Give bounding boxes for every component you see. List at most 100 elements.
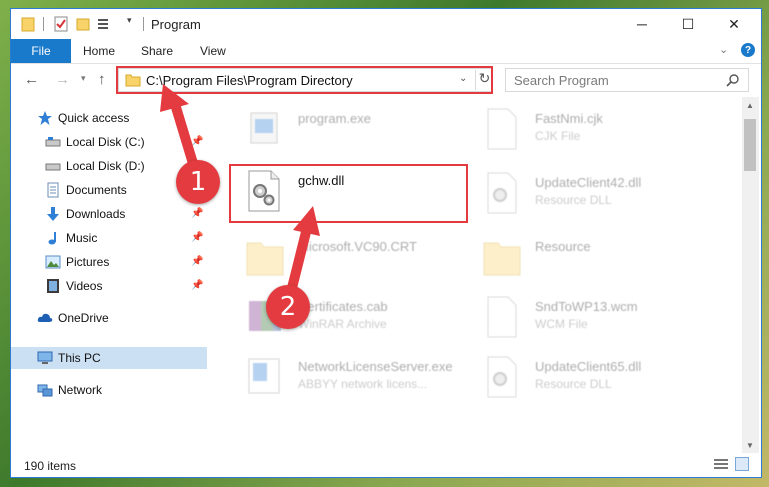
sidebar-item-local-disk-c[interactable]: Local Disk (C:) 📌 — [11, 131, 207, 153]
file-name: Certificates.cab — [298, 299, 388, 314]
search-input[interactable]: Search Program — [514, 73, 609, 88]
sidebar-item-label: Quick access — [58, 111, 130, 125]
file-name: Resource — [535, 239, 591, 254]
item-count: 190 items — [24, 459, 77, 473]
folder-icon[interactable] — [20, 16, 36, 32]
details-view-icon[interactable] — [714, 458, 728, 470]
sidebar-item-label: Documents — [66, 183, 127, 197]
sidebar-item-pictures[interactable]: Pictures 📌 — [11, 251, 207, 273]
pin-icon[interactable]: 📌 — [191, 208, 203, 219]
download-icon — [47, 207, 59, 221]
forward-arrow-icon[interactable]: → — [55, 71, 70, 88]
folder-icon — [246, 242, 284, 276]
window-title: Program — [151, 17, 201, 32]
recent-locations-chevron-icon[interactable]: ▾ — [81, 73, 86, 84]
pin-icon[interactable]: 📌 — [191, 256, 203, 267]
status-bar: 190 items — [11, 453, 761, 477]
minimize-button[interactable]: ─ — [619, 9, 665, 39]
vertical-scrollbar[interactable]: ▲ ▼ — [742, 97, 759, 453]
file-item[interactable]: UpdateClient65.dll Resource DLL — [482, 353, 712, 409]
file-type: Resource DLL — [535, 377, 612, 391]
drive-icon — [45, 163, 61, 171]
file-item[interactable]: NetworkLicenseServer.exe ABBYY network l… — [245, 353, 475, 409]
sidebar-item-quick-access[interactable]: Quick access — [11, 107, 207, 129]
up-arrow-icon[interactable]: ↑ — [98, 71, 106, 88]
address-highlight-box — [116, 66, 493, 94]
sidebar-item-downloads[interactable]: Downloads 📌 — [11, 203, 207, 225]
navigation-pane: Quick access Local Disk (C:) 📌 Local Dis… — [11, 97, 207, 453]
file-name: SndToWP13.wcm — [535, 299, 638, 314]
file-item[interactable]: SndToWP13.wcm WCM File — [482, 293, 712, 349]
file-item[interactable]: UpdateClient42.dll Resource DLL — [482, 169, 712, 225]
videos-icon — [47, 279, 59, 293]
file-name: program.exe — [298, 111, 371, 126]
music-icon — [48, 232, 56, 245]
file-type: Resource DLL — [535, 193, 612, 207]
sidebar-item-onedrive[interactable]: OneDrive — [11, 307, 207, 329]
folder-icon — [483, 242, 521, 276]
search-icon[interactable] — [726, 73, 740, 87]
maximize-button[interactable]: ☐ — [665, 9, 711, 39]
separator — [43, 17, 44, 31]
file-type: ABBYY network licens... — [298, 377, 428, 391]
sidebar-item-label: Network — [58, 383, 103, 397]
star-icon — [38, 111, 52, 125]
sidebar-item-label: Videos — [66, 279, 103, 293]
pictures-icon — [45, 255, 61, 269]
sidebar-item-label: This PC — [58, 351, 101, 365]
tab-home[interactable]: Home — [83, 44, 115, 58]
sidebar-item-this-pc[interactable]: This PC — [11, 347, 207, 369]
sidebar-item-label: Downloads — [66, 207, 126, 221]
search-box[interactable]: Search Program — [505, 68, 749, 92]
customize-toolbar-chevron-icon[interactable]: ▾ — [127, 15, 143, 31]
file-icon — [487, 296, 517, 338]
pin-icon[interactable]: 📌 — [191, 232, 203, 243]
new-folder-icon[interactable] — [75, 16, 91, 32]
title-bar: ▾ Program ─ ☐ ✕ — [11, 9, 761, 39]
file-type: CJK File — [535, 129, 581, 143]
sidebar-item-music[interactable]: Music 📌 — [11, 227, 207, 249]
help-button[interactable]: ? — [741, 43, 755, 57]
file-name: UpdateClient65.dll — [535, 359, 642, 374]
file-list: program.exe gchw.dll Microsoft.VC90.CRT — [207, 97, 742, 453]
pin-icon[interactable]: 📌 — [191, 280, 203, 291]
expand-ribbon-chevron-icon[interactable]: ⌄ — [719, 43, 728, 56]
file-item[interactable]: Resource — [482, 233, 712, 289]
file-item[interactable]: program.exe — [245, 105, 475, 161]
network-icon — [37, 384, 53, 397]
file-name: FastNmi.cjk — [535, 111, 603, 126]
file-name: Microsoft.VC90.CRT — [298, 239, 417, 254]
file-item[interactable]: Microsoft.VC90.CRT — [245, 233, 475, 289]
file-icon — [487, 108, 517, 150]
scroll-up-arrow-icon[interactable]: ▲ — [746, 101, 754, 110]
exe-icon — [250, 112, 278, 144]
rename-icon[interactable] — [96, 16, 112, 32]
tab-share[interactable]: Share — [141, 44, 173, 58]
sidebar-item-videos[interactable]: Videos 📌 — [11, 275, 207, 297]
sidebar-item-label: Local Disk (D:) — [66, 159, 145, 173]
properties-check-icon[interactable] — [53, 16, 69, 32]
close-button[interactable]: ✕ — [711, 9, 757, 39]
file-type: WinRAR Archive — [298, 317, 387, 331]
separator — [143, 17, 144, 31]
file-item[interactable]: FastNmi.cjk CJK File — [482, 105, 712, 161]
step-1-badge: 1 — [176, 160, 220, 204]
exe-icon — [248, 358, 280, 394]
pin-icon[interactable]: 📌 — [191, 136, 203, 147]
sidebar-item-label: OneDrive — [58, 311, 109, 325]
large-icons-view-icon[interactable] — [735, 457, 749, 471]
dll-gear-icon — [487, 356, 517, 398]
file-name: UpdateClient42.dll — [535, 175, 642, 190]
back-arrow-icon[interactable]: ← — [24, 71, 39, 88]
tab-view[interactable]: View — [200, 44, 226, 58]
scroll-down-arrow-icon[interactable]: ▼ — [746, 441, 754, 450]
step-2-badge: 2 — [266, 285, 310, 329]
tab-file[interactable]: File — [11, 39, 71, 63]
dll-gear-icon — [487, 172, 517, 214]
scrollbar-thumb[interactable] — [744, 119, 756, 171]
file-highlight-box — [229, 164, 468, 223]
sidebar-item-label: Music — [66, 231, 98, 245]
sidebar-item-network[interactable]: Network — [11, 379, 207, 401]
sidebar-item-label: Local Disk (C:) — [66, 135, 145, 149]
computer-icon — [37, 351, 53, 364]
